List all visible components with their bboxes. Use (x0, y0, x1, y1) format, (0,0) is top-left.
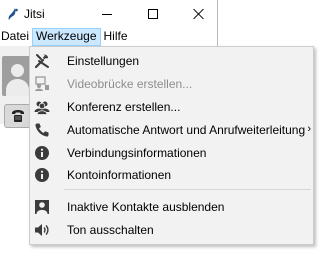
menu-datei[interactable]: Datei (0, 28, 32, 46)
menu-werkzeuge[interactable]: Werkzeuge (32, 28, 101, 46)
menu-item-label: Konferenz erstellen... (67, 100, 181, 114)
minimize-icon (102, 13, 112, 15)
title-bar: Jitsi (0, 0, 218, 28)
menu-item-ton-ausschalten[interactable]: Ton ausschalten (30, 219, 313, 241)
menu-item-label: Videobrücke erstellen... (67, 77, 193, 91)
conference-icon (34, 99, 50, 115)
minimize-button[interactable] (84, 0, 130, 28)
window-title: Jitsi (24, 7, 45, 21)
chevron-right-icon: › (307, 123, 311, 135)
close-button[interactable] (176, 0, 222, 28)
avatar (2, 56, 32, 96)
video-bridge-icon (34, 76, 50, 92)
menu-item-label: Inaktive Kontakte ausblenden (67, 200, 225, 214)
close-icon (193, 8, 205, 20)
maximize-button[interactable] (130, 0, 176, 28)
menu-item-einstellungen[interactable]: Einstellungen (30, 50, 313, 72)
telephone-icon (12, 110, 24, 122)
menu-item-inaktive-kontakte[interactable]: Inaktive Kontakte ausblenden (30, 196, 313, 218)
tools-icon (34, 53, 50, 69)
menu-item-label: Kontoinformationen (67, 168, 172, 182)
menu-item-verbindungsinformationen[interactable]: Verbindungsinformationen (30, 142, 313, 164)
menu-item-videobruecke: Videobrücke erstellen... (30, 73, 313, 95)
menu-bar: Datei Werkzeuge Hilfe (0, 28, 217, 46)
jitsi-logo-icon (8, 8, 18, 20)
menu-item-kontoinformationen[interactable]: Kontoinformationen (30, 164, 313, 186)
menu-item-label: Verbindungsinformationen (67, 146, 207, 160)
phone-icon (34, 122, 50, 138)
avatar-head (11, 64, 24, 77)
contact-icon (34, 199, 50, 215)
info-icon (34, 145, 50, 161)
maximize-icon (148, 9, 158, 19)
menu-item-label: Automatische Antwort und Anrufweiterleit… (67, 123, 306, 137)
info-icon (34, 167, 50, 183)
dial-pad-button[interactable] (4, 104, 32, 128)
menu-item-automatische-antwort[interactable]: Automatische Antwort und Anrufweiterleit… (30, 119, 313, 141)
speaker-icon (34, 222, 50, 238)
menu-item-label: Einstellungen (67, 54, 140, 68)
menu-hilfe[interactable]: Hilfe (101, 28, 131, 46)
avatar-body (6, 79, 29, 96)
menu-separator (64, 189, 311, 190)
menu-item-label: Ton ausschalten (67, 223, 154, 237)
menu-item-konferenz[interactable]: Konferenz erstellen... (30, 96, 313, 118)
werkzeuge-menu: Einstellungen Videobrücke erstellen... K (29, 46, 314, 245)
